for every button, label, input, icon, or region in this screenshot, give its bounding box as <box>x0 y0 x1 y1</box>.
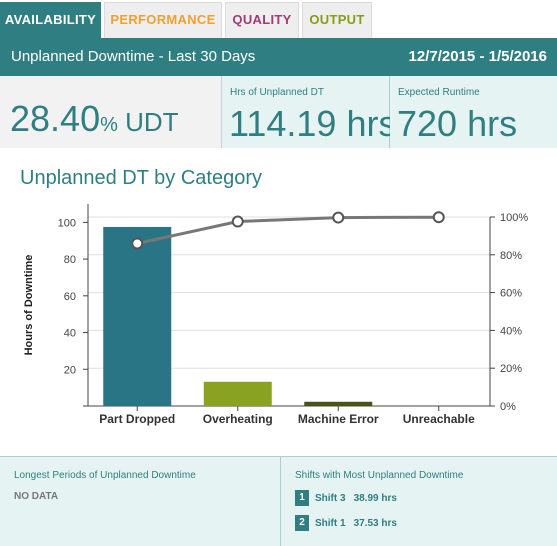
bottom-panels: Longest Periods of Unplanned Downtime NO… <box>0 456 557 546</box>
shifts-title: Shifts with Most Unplanned Downtime <box>295 470 464 481</box>
pareto-chart: 0% 20% 40% 60% 80% 100% 20 40 60 80 100 Hours of Do… <box>23 204 528 426</box>
y2-tick-label: 20% <box>500 363 522 375</box>
chart-title: Unplanned DT by Category <box>20 167 262 189</box>
y2-tick-label: 80% <box>500 250 522 262</box>
longest-periods-panel: Longest Periods of Unplanned Downtime NO… <box>0 457 281 546</box>
x-tick-label: Unreachable <box>403 412 475 426</box>
shift-hours: 37.53 hrs <box>353 517 397 529</box>
y-tick-label: 40 <box>64 328 76 340</box>
y2-tick-label: 60% <box>500 288 522 300</box>
unplanned-dt-kpi: Hrs of Unplanned DT 114.19 hrs <box>222 76 396 148</box>
tab-bar: AVAILABILITY PERFORMANCE QUALITY OUTPUT <box>0 0 557 38</box>
x-tick-label: Part Dropped <box>99 412 175 426</box>
shift-rank-badge: 2 <box>295 515 309 531</box>
kpi-row: 28.40% UDT Hrs of Unplanned DT 114.19 hr… <box>0 76 557 148</box>
shift-rank-badge: 1 <box>295 490 309 506</box>
expected-runtime-value: 720 hrs <box>397 103 518 144</box>
longest-periods-title: Longest Periods of Unplanned Downtime <box>14 470 196 481</box>
shift-name: Shift 1 <box>315 517 346 529</box>
udt-number: 28.40 <box>10 98 101 139</box>
line-point <box>332 211 345 224</box>
y2-tick-label: 40% <box>500 325 522 337</box>
bar <box>203 381 272 406</box>
y-axis-label: Hours of Downtime <box>23 255 35 356</box>
bar <box>103 226 172 406</box>
y-tick-label: 20 <box>64 364 76 376</box>
udt-value: 28.40% UDT <box>10 98 179 140</box>
tab-quality[interactable]: QUALITY <box>225 2 299 38</box>
udt-suffix: UDT <box>117 107 179 137</box>
udt-kpi: 28.40% UDT <box>0 76 222 148</box>
date-range: 12/7/2015 - 1/5/2016 <box>408 48 547 65</box>
expected-runtime-label: Expected Runtime <box>398 87 480 98</box>
line-point <box>432 211 445 224</box>
unplanned-dt-value: 114.19 hrs <box>229 103 397 144</box>
y-tick-label: 100 <box>58 217 76 229</box>
x-tick-label: Overheating <box>203 412 273 426</box>
page-header: Unplanned Downtime - Last 30 Days 12/7/2… <box>0 38 557 76</box>
shift-name: Shift 3 <box>315 492 346 504</box>
udt-percent-sign: % <box>100 114 118 136</box>
line-point <box>231 215 244 228</box>
tab-performance[interactable]: PERFORMANCE <box>104 2 222 38</box>
page-title: Unplanned Downtime - Last 30 Days <box>11 48 256 65</box>
bar <box>304 401 373 406</box>
y2-tick-label: 0% <box>500 401 516 413</box>
expected-runtime-kpi: Expected Runtime 720 hrs <box>390 76 557 148</box>
shift-item[interactable]: 2 Shift 1 37.53 hrs <box>295 515 397 531</box>
unplanned-dt-label: Hrs of Unplanned DT <box>230 87 324 98</box>
shifts-panel: Shifts with Most Unplanned Downtime 1 Shi… <box>281 457 557 546</box>
line-point <box>131 237 144 250</box>
shift-hours: 38.99 hrs <box>353 492 397 504</box>
tab-output[interactable]: OUTPUT <box>302 2 372 38</box>
y2-tick-label: 100% <box>500 212 528 224</box>
x-tick-label: Machine Error <box>298 412 379 426</box>
tab-availability[interactable]: AVAILABILITY <box>0 2 101 38</box>
y-tick-label: 60 <box>64 291 76 303</box>
shift-item[interactable]: 1 Shift 3 38.99 hrs <box>295 490 397 506</box>
cumulative-line <box>136 215 439 245</box>
y-tick-label: 80 <box>64 254 76 266</box>
no-data-text: NO DATA <box>14 491 59 502</box>
